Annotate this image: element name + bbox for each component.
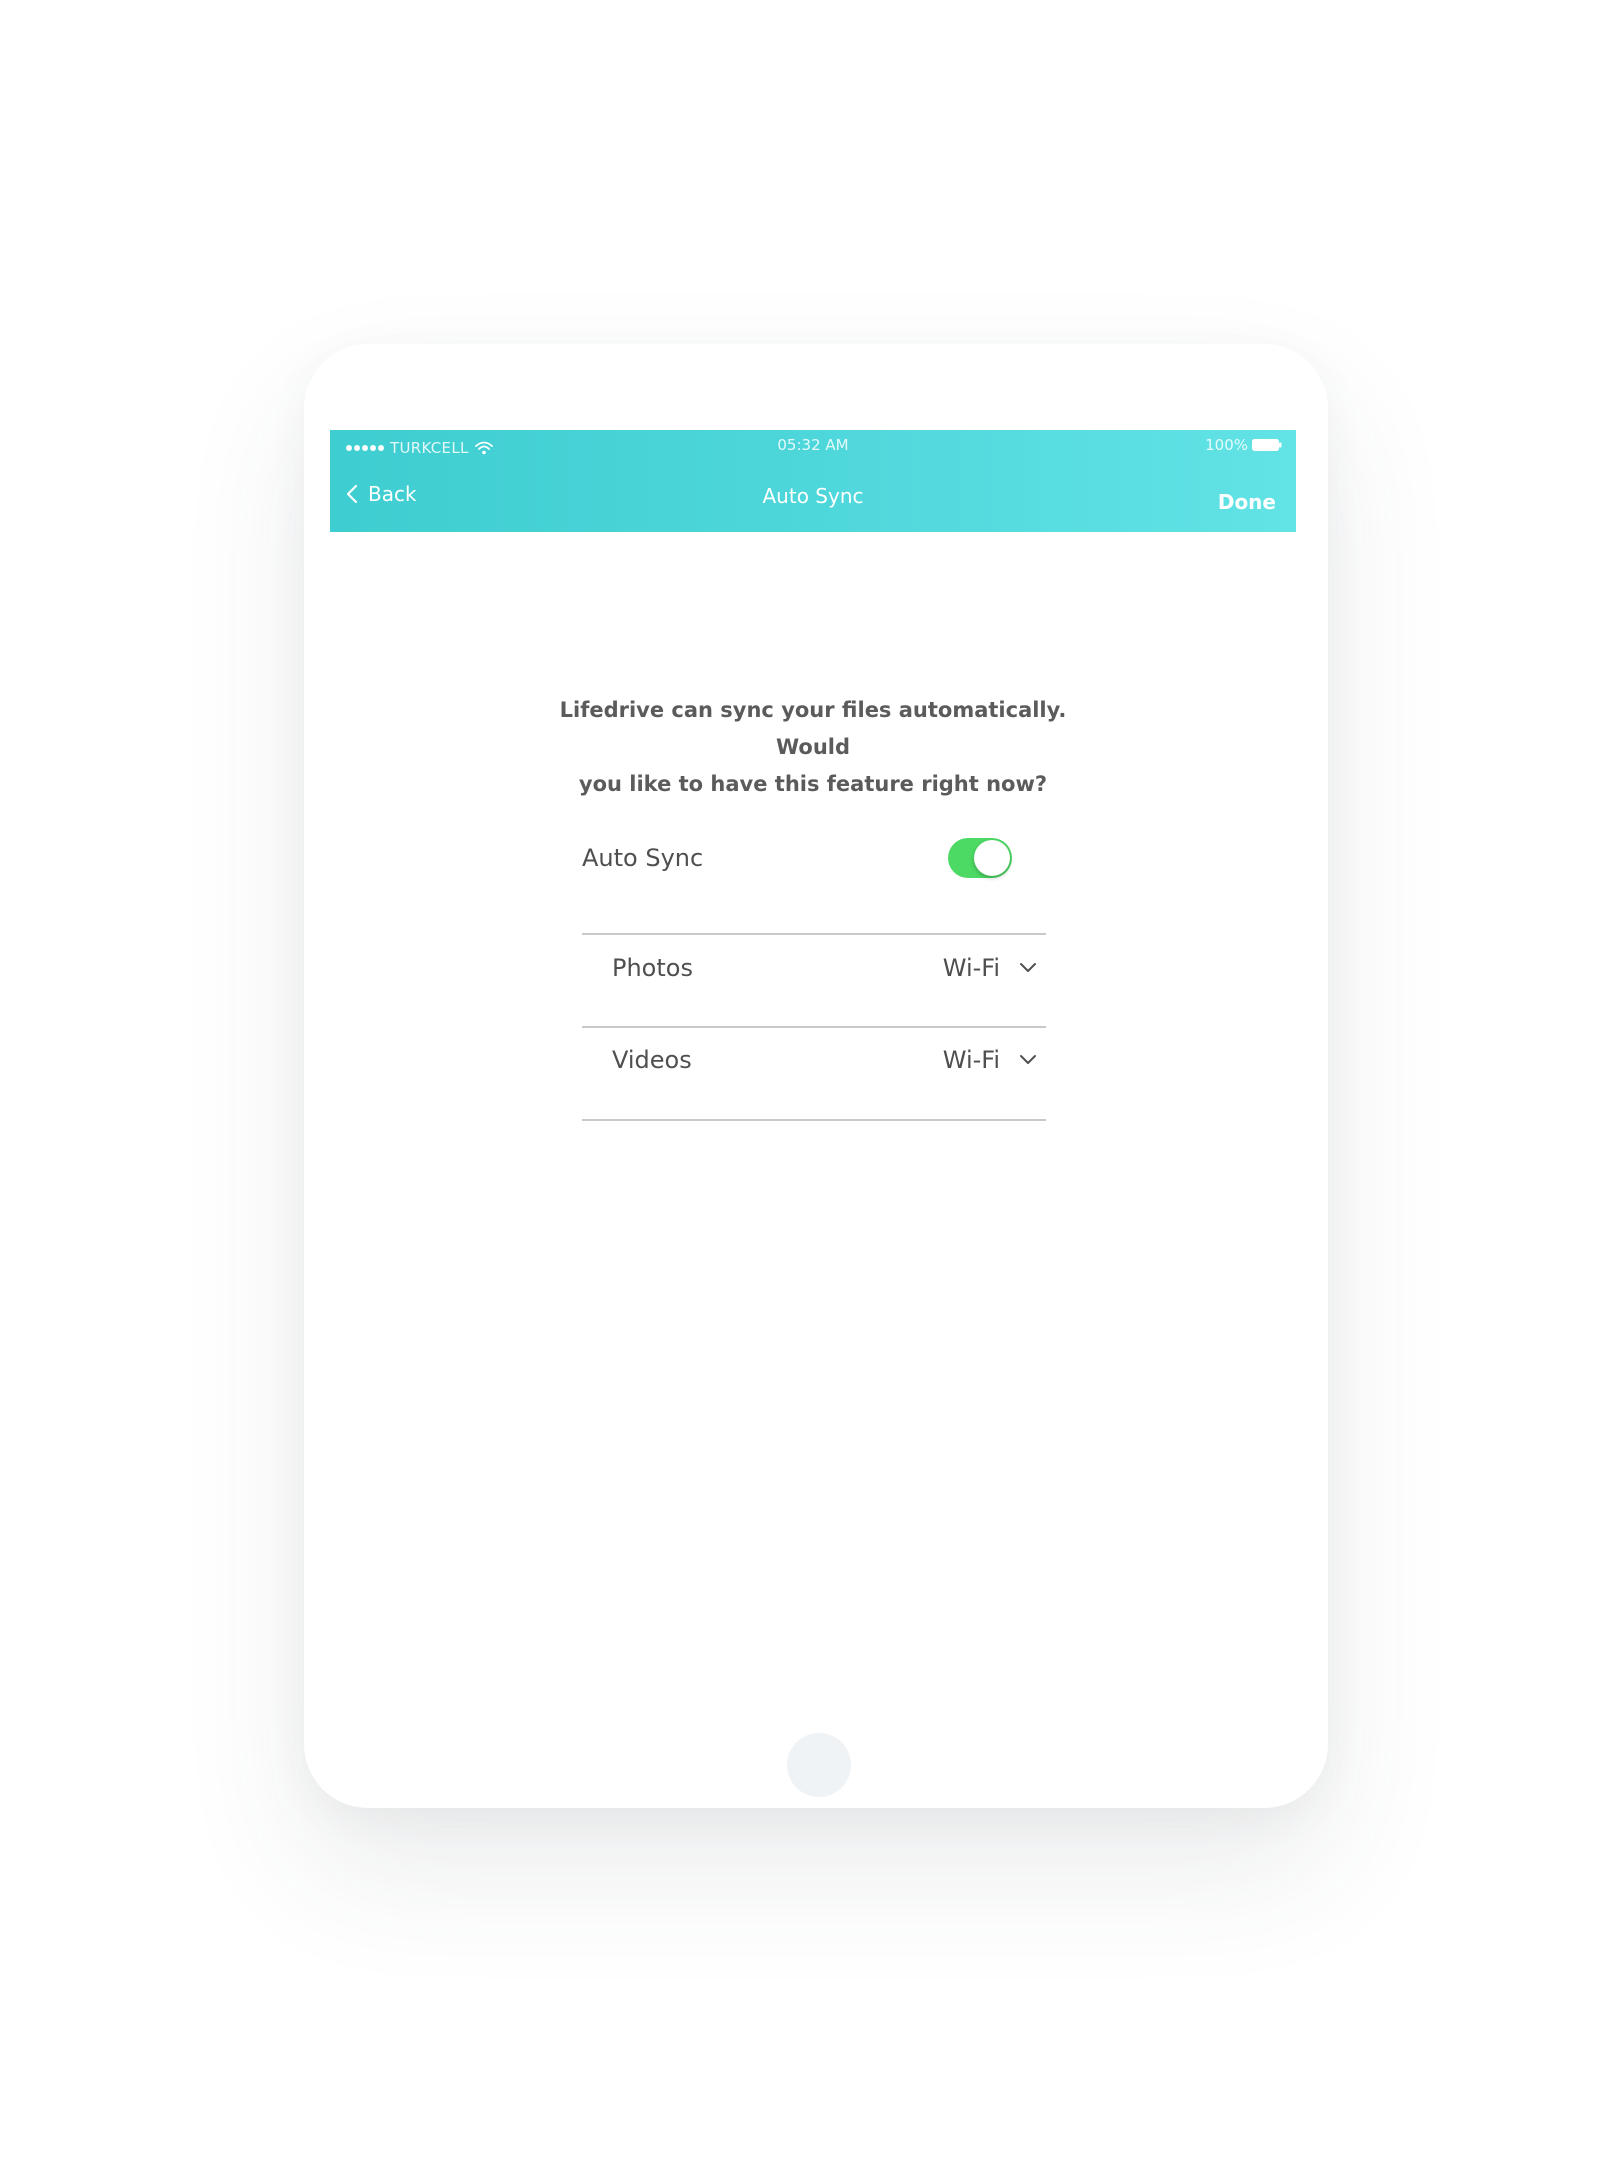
battery-percentage: 100% [1205, 436, 1248, 454]
status-right: 100% [1205, 436, 1282, 454]
photos-label: Photos [612, 954, 693, 982]
app-screen: TURKCELL 05:32 AM 100% Back Auto Sync Do… [330, 430, 1296, 1700]
photos-value: Wi-Fi [942, 954, 1000, 982]
videos-value: Wi-Fi [942, 1046, 1000, 1074]
status-time: 05:32 AM [777, 436, 849, 454]
auto-sync-label: Auto Sync [582, 844, 704, 872]
chevron-down-icon [1020, 963, 1036, 972]
photos-row[interactable]: Photos Wi-Fi [582, 936, 1046, 996]
intro-line-1: Lifedrive can sync your files automatica… [559, 698, 1067, 759]
videos-row[interactable]: Videos Wi-Fi [582, 1028, 1046, 1088]
intro-text: Lifedrive can sync your files automatica… [530, 692, 1096, 803]
divider [582, 933, 1046, 935]
toggle-knob [974, 840, 1010, 876]
home-button[interactable] [787, 1733, 851, 1797]
videos-label: Videos [612, 1046, 692, 1074]
auto-sync-toggle[interactable] [948, 838, 1012, 878]
intro-line-2: you like to have this feature right now? [578, 772, 1048, 796]
page-title: Auto Sync [762, 484, 864, 508]
done-button[interactable]: Done [1218, 490, 1276, 514]
chevron-down-icon [1020, 1055, 1036, 1064]
battery-icon [1252, 439, 1282, 451]
auto-sync-row: Auto Sync [582, 834, 1012, 882]
header-bar: TURKCELL 05:32 AM 100% Back Auto Sync Do… [330, 430, 1296, 532]
divider [582, 1119, 1046, 1121]
